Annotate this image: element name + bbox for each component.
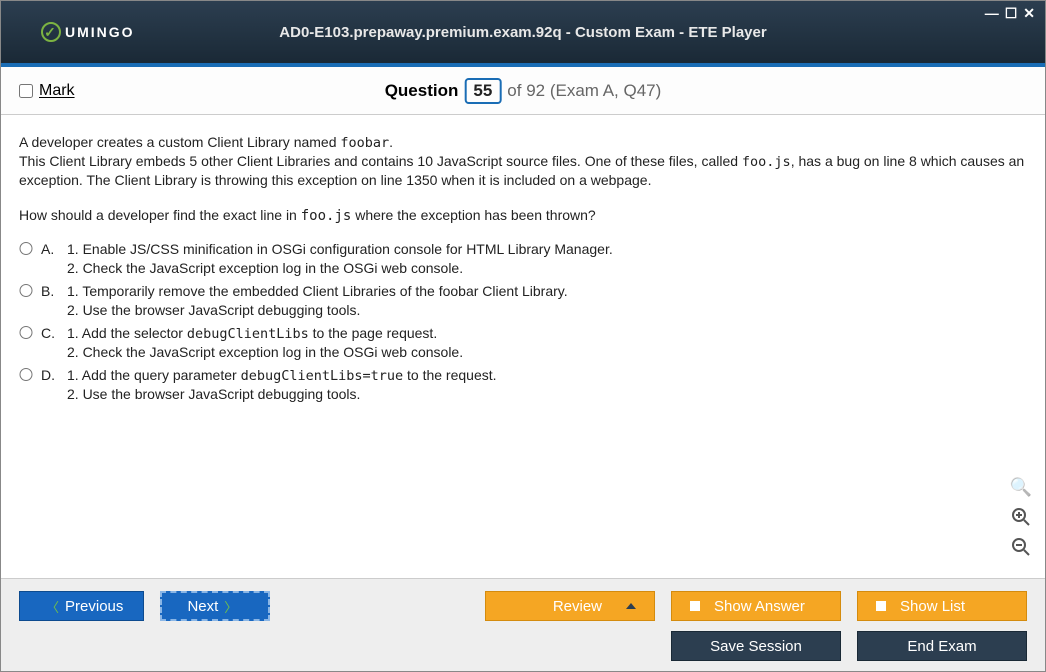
mark-checkbox[interactable]	[19, 84, 33, 98]
option-radio[interactable]	[19, 326, 33, 339]
footer: 〈 Previous Next 〉 Review Show Answer Sho…	[1, 578, 1045, 671]
option-text: 1. Add the selector debugClientLibs to t…	[67, 324, 1027, 362]
option-radio[interactable]	[19, 368, 33, 381]
chevron-left-icon: 〈	[46, 597, 59, 616]
show-answer-button[interactable]: Show Answer	[671, 591, 841, 621]
chevron-right-icon: 〉	[224, 597, 237, 616]
minimize-icon[interactable]: —	[985, 5, 999, 22]
titlebar: ✓ UMINGO AD0-E103.prepaway.premium.exam.…	[1, 1, 1045, 67]
option-a[interactable]: A. 1. Enable JS/CSS minification in OSGi…	[19, 240, 1027, 278]
zoom-controls: 🔍	[1009, 475, 1033, 559]
end-exam-button[interactable]: End Exam	[857, 631, 1027, 661]
show-list-button[interactable]: Show List	[857, 591, 1027, 621]
option-text: 1. Add the query parameter debugClientLi…	[67, 366, 1027, 404]
option-radio[interactable]	[19, 284, 33, 297]
option-d[interactable]: D. 1. Add the query parameter debugClien…	[19, 366, 1027, 404]
question-label: Question	[385, 81, 459, 101]
option-letter: B.	[41, 282, 59, 301]
square-icon	[876, 601, 886, 611]
zoom-out-icon[interactable]	[1009, 535, 1033, 559]
mark-label[interactable]: Mark	[39, 82, 75, 100]
question-number: 55	[464, 78, 501, 104]
square-icon	[690, 601, 700, 611]
search-icon[interactable]: 🔍	[1009, 475, 1033, 499]
review-button[interactable]: Review	[485, 591, 655, 621]
brand-name: UMINGO	[65, 24, 135, 40]
previous-button[interactable]: 〈 Previous	[19, 591, 144, 621]
close-icon[interactable]: ✕	[1023, 5, 1035, 22]
question-text: A developer creates a custom Client Libr…	[19, 133, 1027, 190]
option-c[interactable]: C. 1. Add the selector debugClientLibs t…	[19, 324, 1027, 362]
options-list: A. 1. Enable JS/CSS minification in OSGi…	[19, 240, 1027, 404]
option-letter: D.	[41, 366, 59, 385]
save-session-button[interactable]: Save Session	[671, 631, 841, 661]
question-bar: Mark Question 55 of 92 (Exam A, Q47)	[1, 67, 1045, 115]
question-prompt: How should a developer find the exact li…	[19, 206, 1027, 226]
option-radio[interactable]	[19, 242, 33, 255]
option-text: 1. Temporarily remove the embedded Clien…	[67, 282, 1027, 320]
mark-checkbox-wrap[interactable]: Mark	[19, 82, 75, 100]
question-rest: of 92 (Exam A, Q47)	[507, 81, 661, 101]
app-title: AD0-E103.prepaway.premium.exam.92q - Cus…	[279, 24, 766, 41]
triangle-up-icon	[626, 603, 636, 609]
check-icon: ✓	[41, 22, 61, 42]
question-title: Question 55 of 92 (Exam A, Q47)	[385, 78, 662, 104]
option-b[interactable]: B. 1. Temporarily remove the embedded Cl…	[19, 282, 1027, 320]
option-letter: A.	[41, 240, 59, 259]
option-letter: C.	[41, 324, 59, 343]
question-content: A developer creates a custom Client Libr…	[1, 115, 1045, 565]
option-text: 1. Enable JS/CSS minification in OSGi co…	[67, 240, 1027, 278]
next-button[interactable]: Next 〉	[160, 591, 270, 621]
window-controls: — ☐ ✕	[985, 5, 1035, 22]
brand-logo: ✓ UMINGO	[1, 22, 135, 42]
maximize-icon[interactable]: ☐	[1005, 5, 1018, 22]
zoom-in-icon[interactable]	[1009, 505, 1033, 529]
